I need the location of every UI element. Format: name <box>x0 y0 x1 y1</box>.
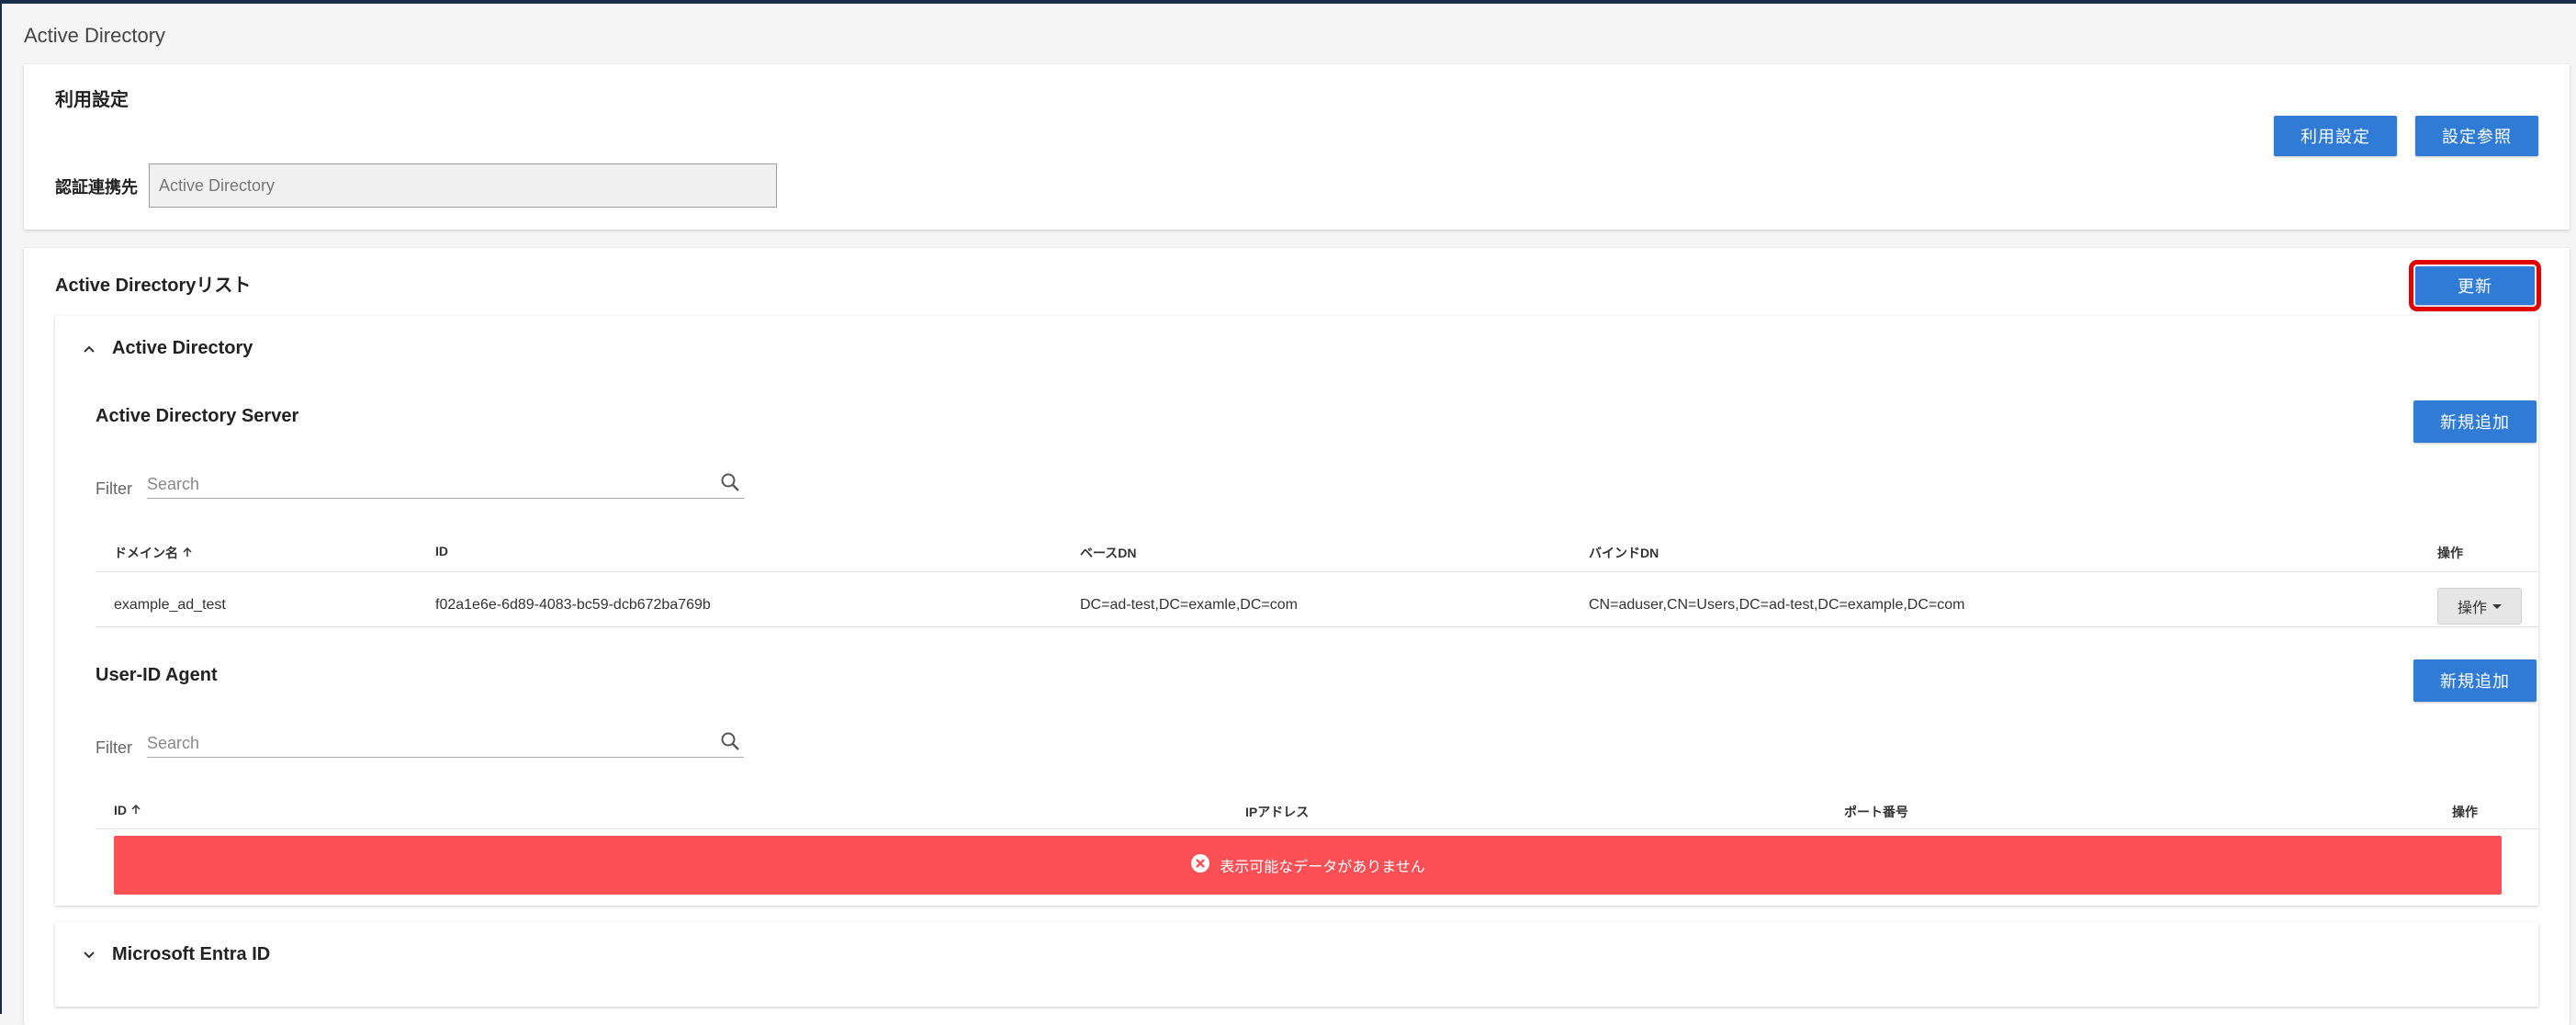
server-search-box <box>147 470 744 499</box>
add-server-button[interactable]: 新規追加 <box>2413 400 2537 443</box>
agent-filter: Filter <box>96 729 744 758</box>
cell-id: f02a1e6e-6d89-4083-bc59-dcb672ba769b <box>435 597 711 613</box>
arrow-up-icon <box>182 546 193 560</box>
col-ops-header: 操作 <box>2437 546 2463 560</box>
chevron-down-icon <box>83 949 96 962</box>
row-ops-button[interactable]: 操作 <box>2437 588 2522 625</box>
accordion-header-active-directory[interactable]: Active Directory <box>83 338 253 359</box>
col-id-header[interactable]: ID <box>435 544 448 558</box>
add-agent-button[interactable]: 新規追加 <box>2413 659 2537 702</box>
agent-title: User-ID Agent <box>96 665 218 685</box>
col-port-header[interactable]: ポート番号 <box>1844 803 1908 821</box>
table-divider <box>96 626 2538 627</box>
col-agent-id-header[interactable]: ID <box>114 803 141 817</box>
server-filter: Filter <box>96 470 744 499</box>
cell-domain: example_ad_test <box>114 597 226 613</box>
accordion-entra-id: Microsoft Entra ID <box>55 922 2538 1007</box>
caret-down-icon <box>2492 603 2502 609</box>
page-title: Active Directory <box>24 24 166 47</box>
ad-list-title: Active Directoryリスト <box>55 276 252 296</box>
chevron-up-icon <box>83 343 96 355</box>
col-agent-id-label: ID <box>114 803 127 817</box>
filter-label: Filter <box>96 738 132 757</box>
arrow-up-icon <box>130 803 141 817</box>
auth-provider-label: 認証連携先 <box>55 178 138 197</box>
auth-provider-field: Active Directory <box>149 163 777 208</box>
ad-server-title: Active Directory Server <box>96 406 299 426</box>
col-bind-dn-header[interactable]: バインドDN <box>1589 544 1659 562</box>
agent-search-input[interactable] <box>147 733 698 753</box>
row-ops-label: 操作 <box>2457 601 2487 616</box>
empty-data-message: 表示可能なデータがありません <box>1220 860 1425 875</box>
filter-label: Filter <box>96 479 132 498</box>
agent-search-box <box>147 729 744 758</box>
empty-data-alert: 表示可能なデータがありません <box>114 836 2502 895</box>
refresh-button[interactable]: 更新 <box>2409 260 2541 311</box>
view-settings-button[interactable]: 設定参照 <box>2415 116 2538 156</box>
accordion-header-entra-id[interactable]: Microsoft Entra ID <box>83 944 270 965</box>
cell-base-dn: DC=ad-test,DC=examle,DC=com <box>1080 597 1298 613</box>
usage-settings-title: 利用設定 <box>55 90 129 110</box>
table-divider <box>96 571 2538 572</box>
usage-settings-button[interactable]: 利用設定 <box>2274 116 2397 156</box>
app-window: Active Directory 利用設定 利用設定 設定参照 認証連携先 Ac… <box>0 0 2576 1025</box>
usage-settings-card: 利用設定 利用設定 設定参照 認証連携先 Active Directory <box>24 64 2570 230</box>
accordion-title: Active Directory <box>112 338 253 358</box>
server-search-input[interactable] <box>147 474 698 494</box>
col-domain-header[interactable]: ドメイン名 <box>114 544 193 562</box>
accordion-active-directory: Active Directory Active Directory Server… <box>55 316 2538 906</box>
ad-list-card: Active Directoryリスト 更新 Active Directory … <box>24 248 2570 1025</box>
search-icon[interactable] <box>720 472 740 497</box>
table-divider <box>96 828 2538 829</box>
col-agent-ops-header: 操作 <box>2452 805 2478 819</box>
accordion-title: Microsoft Entra ID <box>112 944 271 964</box>
search-icon[interactable] <box>720 731 740 756</box>
col-ip-header[interactable]: IPアドレス <box>1245 803 1309 821</box>
col-base-dn-header[interactable]: ベースDN <box>1080 544 1137 562</box>
cell-bind-dn: CN=aduser,CN=Users,DC=ad-test,DC=example… <box>1589 597 1965 613</box>
error-circle-icon <box>1190 853 1210 878</box>
col-domain-label: ドメイン名 <box>114 546 178 560</box>
